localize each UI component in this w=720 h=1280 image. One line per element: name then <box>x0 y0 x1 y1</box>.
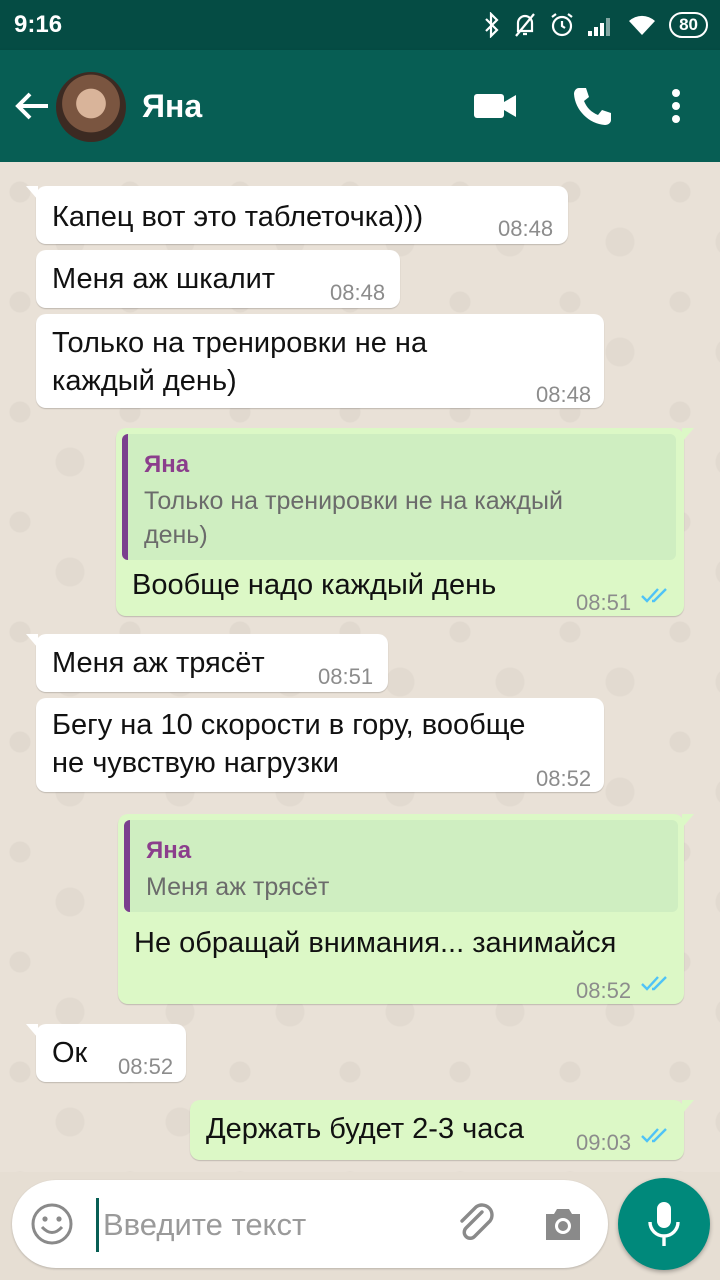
back-arrow-icon[interactable] <box>12 86 52 126</box>
message-text: Держать будет 2-3 часа <box>206 1113 525 1145</box>
message-incoming[interactable]: Капец вот это таблеточка))) 08:48 <box>26 186 568 244</box>
message-text-line2: не чувствую нагрузки <box>52 747 339 779</box>
voice-record-button[interactable] <box>618 1178 710 1270</box>
message-text: Меня аж трясёт <box>52 647 265 679</box>
message-time: 08:48 <box>536 382 592 407</box>
battery-level: 80 <box>679 15 698 34</box>
quoted-reply[interactable]: Яна Меня аж трясёт <box>124 820 678 912</box>
message-composer <box>12 1180 608 1268</box>
message-text: Не обращай внимания... занимайся <box>134 927 617 959</box>
message-input[interactable] <box>96 1198 435 1252</box>
mute-bell-icon <box>515 13 535 37</box>
message-text-line2: каждый день) <box>52 365 237 397</box>
message-time: 08:51 <box>318 664 374 689</box>
chat-area[interactable]: Капец вот это таблеточка))) 08:48 Меня а… <box>0 162 720 1172</box>
reply-text-line2: день) <box>144 521 208 549</box>
reply-author: Яна <box>146 837 192 864</box>
status-time: 9:16 <box>14 11 63 38</box>
read-ticks-icon <box>641 976 667 991</box>
message-time: 08:48 <box>498 216 554 241</box>
more-vert-icon[interactable] <box>664 86 688 126</box>
message-outgoing[interactable]: Держать будет 2-3 часа 09:03 <box>190 1100 694 1160</box>
message-time: 09:03 <box>576 1130 632 1155</box>
message-text: Меня аж шкалит <box>52 263 276 295</box>
wifi-icon <box>629 15 656 35</box>
message-incoming[interactable]: Бегу на 10 скорости в гору, вообще не чу… <box>36 698 604 792</box>
status-icons: 80 <box>483 10 708 40</box>
camera-icon[interactable] <box>542 1204 584 1244</box>
message-text: Ок <box>52 1037 88 1069</box>
reply-text: Меня аж трясёт <box>146 873 330 901</box>
emoji-icon[interactable] <box>30 1202 74 1246</box>
contact-name[interactable]: Яна <box>142 88 202 125</box>
message-outgoing[interactable]: Яна Только на тренировки не на каждый де… <box>116 428 694 616</box>
chat-header: Яна <box>0 50 720 162</box>
message-text-line1: Бегу на 10 скорости в гору, вообще <box>52 709 526 741</box>
message-incoming[interactable]: Только на тренировки не на каждый день) … <box>36 314 604 408</box>
bluetooth-icon <box>485 12 499 38</box>
message-time: 08:51 <box>576 590 632 615</box>
battery-indicator: 80 <box>669 12 708 38</box>
read-ticks-icon <box>641 1128 667 1143</box>
contact-avatar[interactable] <box>56 72 126 142</box>
message-incoming[interactable]: Меня аж шкалит 08:48 <box>36 250 400 308</box>
reply-text-line1: Только на тренировки не на каждый <box>144 487 563 515</box>
message-incoming[interactable]: Меня аж трясёт 08:51 <box>26 634 388 692</box>
message-time: 08:52 <box>536 766 592 791</box>
message-time: 08:52 <box>576 978 632 1003</box>
message-time: 08:48 <box>330 280 386 305</box>
phone-icon[interactable] <box>570 84 614 128</box>
message-incoming[interactable]: Ок 08:52 <box>26 1024 186 1082</box>
attach-icon[interactable] <box>452 1200 500 1248</box>
signal-icon <box>588 18 611 36</box>
message-outgoing[interactable]: Яна Меня аж трясёт Не обращай внимания..… <box>118 814 694 1004</box>
message-text: Капец вот это таблеточка))) <box>52 201 424 233</box>
alarm-icon <box>551 13 573 37</box>
reply-author: Яна <box>144 451 190 478</box>
message-time: 08:52 <box>118 1054 174 1079</box>
quoted-reply[interactable]: Яна Только на тренировки не на каждый де… <box>122 434 676 560</box>
status-bar: 9:16 80 <box>0 0 720 50</box>
message-text-line1: Только на тренировки не на <box>52 327 428 359</box>
message-text: Вообще надо каждый день <box>132 569 497 601</box>
video-call-icon[interactable] <box>470 86 520 126</box>
mic-icon <box>648 1202 680 1246</box>
read-ticks-icon <box>641 588 667 603</box>
